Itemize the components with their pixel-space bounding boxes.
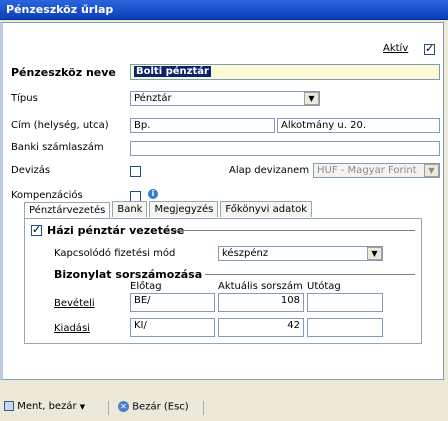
expense-current-input[interactable]: 42 xyxy=(218,318,304,337)
expense-current-value: 42 xyxy=(287,320,300,331)
group-divider xyxy=(175,230,415,231)
cash-group-label: Házi pénztár vezetése xyxy=(47,224,185,237)
close-label: Bezár (Esc) xyxy=(132,401,189,413)
income-current-input[interactable]: 108 xyxy=(218,293,304,312)
col-prefix: Előtag xyxy=(130,281,162,292)
footer-toolbar: Ment, bezár ▼ ✕ Bezár (Esc) xyxy=(0,396,448,421)
name-value: Bolti pénztár xyxy=(134,66,211,77)
payment-method-value: készpénz xyxy=(222,248,269,259)
expense-label: Kiadási xyxy=(54,323,90,334)
tab-notes[interactable]: Megjegyzés xyxy=(149,201,219,217)
income-label: Bevételi xyxy=(54,298,95,309)
tab-bank[interactable]: Bank xyxy=(112,201,148,217)
active-label: Aktív xyxy=(383,43,409,54)
toolbar-divider xyxy=(203,401,204,415)
base-currency-label: Alap devizanem xyxy=(229,165,310,176)
tab-cash-management[interactable]: Pénztárvezetés xyxy=(24,202,111,218)
numbering-divider xyxy=(205,274,415,275)
type-value: Pénztár xyxy=(134,93,172,104)
income-current-value: 108 xyxy=(280,295,300,306)
chevron-down-icon[interactable]: ▼ xyxy=(424,164,439,177)
expense-prefix-value: KI/ xyxy=(134,320,147,331)
chevron-down-icon[interactable]: ▼ xyxy=(367,247,382,260)
payment-method-label: Kapcsolódó fizetési mód xyxy=(54,248,176,259)
expense-prefix-input[interactable]: KI/ xyxy=(130,318,215,337)
street-value: Alkotmány u. 20. xyxy=(281,120,366,131)
window-titlebar: Pénzeszköz űrlap xyxy=(0,0,448,20)
save-close-button[interactable]: Ment, bezár ▼ xyxy=(4,401,85,412)
numbering-label: Bizonylat sorszámozása xyxy=(54,268,203,281)
bank-account-label: Banki számlaszám xyxy=(11,142,104,153)
type-label: Típus xyxy=(11,93,38,104)
cash-group-checkbox[interactable] xyxy=(31,223,42,236)
close-icon: ✕ xyxy=(118,401,129,412)
save-close-label: Ment, bezár xyxy=(17,401,77,412)
name-input[interactable]: Bolti pénztár xyxy=(130,64,440,80)
tab-content: Házi pénztár vezetése Kapcsolódó fizetés… xyxy=(24,218,422,344)
tab-ledger[interactable]: Főkönyvi adatok xyxy=(220,201,313,217)
toolbar-divider xyxy=(108,401,109,415)
info-icon[interactable]: i xyxy=(148,189,158,199)
col-current: Aktuális sorszám xyxy=(218,281,303,292)
tab-strip: Pénztárvezetés Bank Megjegyzés Főkönyvi ada… xyxy=(24,201,314,218)
payment-method-select[interactable]: készpénz ▼ xyxy=(218,246,383,261)
type-select[interactable]: Pénztár ▼ xyxy=(130,91,320,106)
currency-checkbox[interactable] xyxy=(130,166,141,177)
city-input[interactable]: Bp. xyxy=(130,118,275,133)
chevron-down-icon[interactable]: ▼ xyxy=(80,403,85,411)
base-currency-value: HUF - Magyar Forint xyxy=(317,165,417,176)
active-checkbox[interactable] xyxy=(424,42,435,55)
income-suffix-input[interactable] xyxy=(307,293,383,312)
income-prefix-value: BE/ xyxy=(134,295,151,306)
col-suffix: Utótag xyxy=(307,281,341,292)
chevron-down-icon[interactable]: ▼ xyxy=(304,92,319,105)
save-icon xyxy=(4,401,14,411)
currency-label: Devizás xyxy=(11,165,51,176)
address-label: Cím (helység, utca) xyxy=(11,120,109,131)
bank-account-input[interactable] xyxy=(130,141,440,156)
name-label: Pénzeszköz neve xyxy=(11,66,116,79)
income-prefix-input[interactable]: BE/ xyxy=(130,293,215,312)
street-input[interactable]: Alkotmány u. 20. xyxy=(277,118,440,133)
base-currency-select[interactable]: HUF - Magyar Forint ▼ xyxy=(313,163,440,178)
close-button[interactable]: ✕ Bezár (Esc) xyxy=(118,401,189,413)
window-title: Pénzeszköz űrlap xyxy=(6,3,114,16)
city-value: Bp. xyxy=(134,120,151,131)
compensation-label: Kompenzációs xyxy=(11,190,83,201)
expense-suffix-input[interactable] xyxy=(307,318,383,337)
